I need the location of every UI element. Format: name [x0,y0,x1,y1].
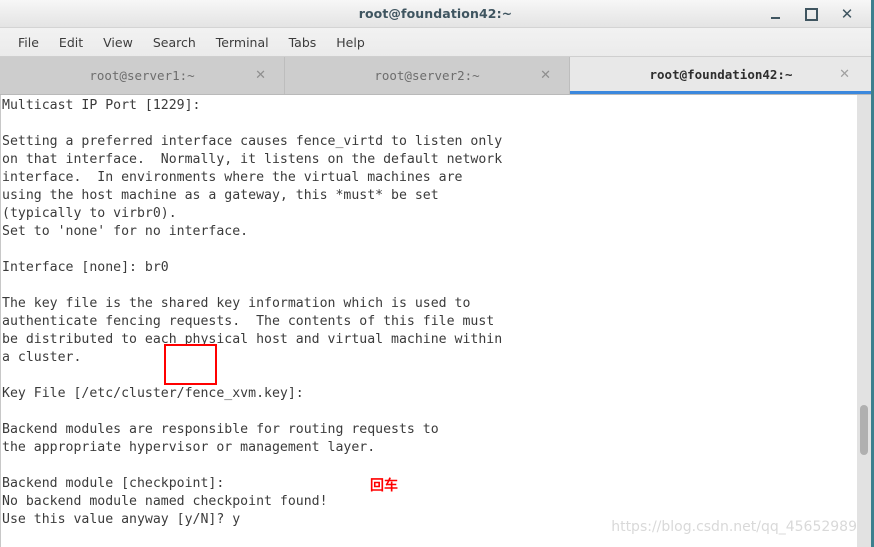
tab-label: root@server1:~ [89,68,195,83]
tab-close-icon[interactable]: ✕ [540,69,551,82]
scrollbar-track[interactable] [857,95,871,547]
close-icon[interactable]: ✕ [839,6,855,22]
menu-item-help[interactable]: Help [326,33,375,52]
window-title: root@foundation42:~ [358,6,513,21]
menu-item-tabs[interactable]: Tabs [279,33,327,52]
tab-foundation42[interactable]: root@foundation42:~ ✕ [570,57,871,94]
terminal-output-area[interactable]: Multicast IP Port [1229]: Setting a pref… [0,95,871,547]
tab-label: root@foundation42:~ [649,66,793,82]
tab-close-icon[interactable]: ✕ [255,69,266,82]
menu-item-view[interactable]: View [93,33,143,52]
title-bar: root@foundation42:~ ✕ [0,0,871,28]
menu-item-terminal[interactable]: Terminal [206,33,279,52]
tab-bar: root@server1:~ ✕ root@server2:~ ✕ root@f… [0,57,871,95]
terminal-text: Multicast IP Port [1229]: Setting a pref… [2,98,503,527]
watermark: https://blog.csdn.net/qq_45652989 [611,519,857,535]
menu-item-edit[interactable]: Edit [49,33,93,52]
minimize-icon[interactable] [767,6,783,22]
window-controls: ✕ [767,0,865,28]
scrollbar-thumb[interactable] [860,405,868,455]
maximize-icon[interactable] [803,6,819,22]
tab-label: root@server2:~ [374,68,480,83]
menu-bar: File Edit View Search Terminal Tabs Help [0,28,871,57]
annotation-enter-keyfile: 回车 [370,478,398,494]
tab-close-icon[interactable]: ✕ [839,68,850,81]
tab-server1[interactable]: root@server1:~ ✕ [0,57,285,94]
tab-server2[interactable]: root@server2:~ ✕ [285,57,570,94]
menu-item-search[interactable]: Search [143,33,206,52]
terminal-window: root@foundation42:~ ✕ File Edit View Sea… [0,0,874,547]
menu-item-file[interactable]: File [8,33,49,52]
